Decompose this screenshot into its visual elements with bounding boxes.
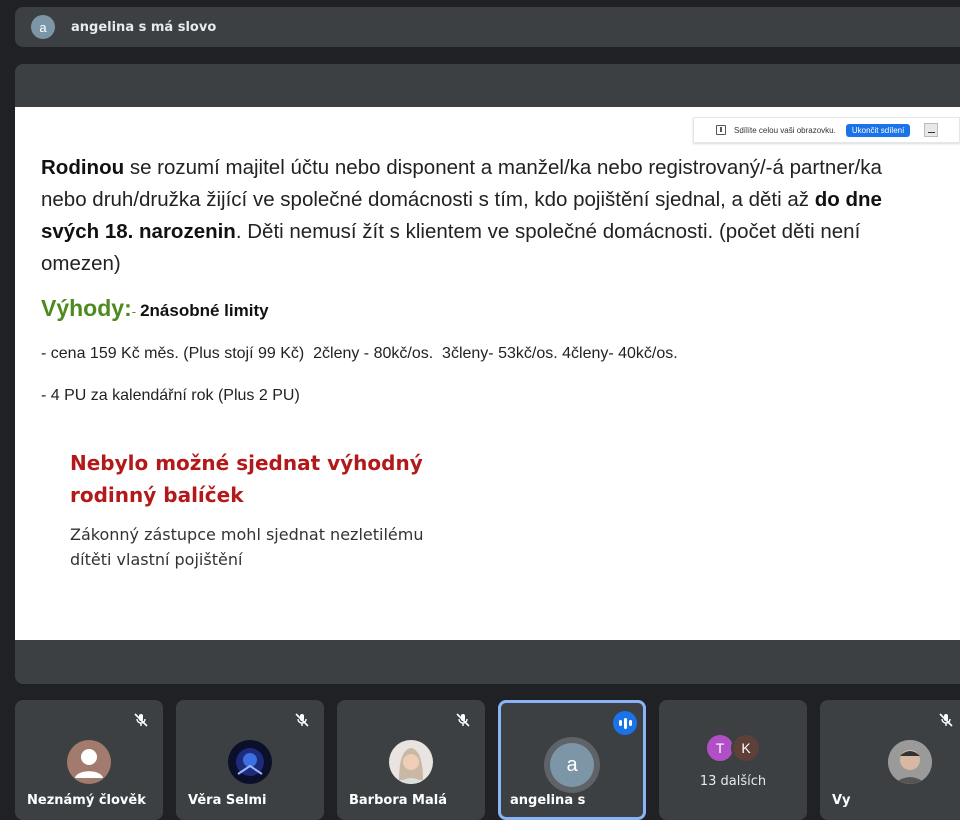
speaking-indicator-icon [613,711,637,735]
note-title-line2: rodinný balíček [70,483,244,507]
price-line: - cena 159 Kč měs. (Plus stojí 99 Kč) 2č… [41,345,678,362]
benefits-dash: - [131,304,137,319]
presentation-stage: Sdílíte celou vaši obrazovku. Ukončit sd… [15,64,960,684]
benefits-subtitle: 2násobné limity [140,301,269,320]
more-avatars: T K [705,733,761,763]
note-title: Nebylo možné sjednat výhodný rodinný bal… [70,447,423,511]
benefits-title: Výhody: [41,295,132,321]
avatar [389,740,433,784]
participant-name: angelina s [510,793,586,808]
mic-off-icon [295,713,309,727]
participant-tile-barbora[interactable]: Barbora Malá [337,700,485,820]
share-screen-icon [716,125,726,135]
shared-screen: Sdílíte celou vaši obrazovku. Ukončit sd… [15,107,960,640]
avatar-letter: a [550,743,594,787]
avatar [888,740,932,784]
participant-name: Barbora Malá [349,793,447,808]
participant-strip: Neznámý člověk Věra Selmi Barbora Malá a… [15,700,960,820]
benefits-heading: Výhody: - 2násobné limity [41,295,269,322]
active-speaker-bar: a angelina s má slovo [15,7,960,47]
note-text-line1: Zákonný zástupce mohl sjednat nezletilém… [70,525,424,544]
mic-off-icon [134,713,148,727]
minimize-icon[interactable] [924,123,939,137]
speaker-label: angelina s má slovo [71,19,217,35]
speaker-avatar: a [31,15,55,39]
participant-tile-angelina[interactable]: a angelina s [498,700,646,820]
screen-share-notice: Sdílíte celou vaši obrazovku. Ukončit sd… [693,117,960,143]
more-participants-tile[interactable]: T K 13 dalších [659,700,807,820]
participant-tile-vera[interactable]: Věra Selmi [176,700,324,820]
stop-sharing-button[interactable]: Ukončit sdílení [845,123,911,137]
participant-tile-self[interactable]: Vy [820,700,960,820]
mini-avatar: K [731,733,761,763]
share-notice-text: Sdílíte celou vaši obrazovku. [734,125,836,135]
participant-name: Vy [832,793,851,808]
family-term: Rodinou [41,156,125,179]
avatar [228,740,272,784]
family-text-1: se rozumí majitel účtu nebo disponent a … [41,156,882,211]
participant-tile-unknown[interactable]: Neznámý člověk [15,700,163,820]
participant-name: Neznámý člověk [27,793,146,808]
avatar [67,740,111,784]
more-participants-label: 13 dalších [699,774,767,789]
note-title-line1: Nebylo možné sjednat výhodný [70,451,423,475]
note-text-line2: dítěti vlastní pojištění [70,550,243,569]
mic-off-icon [939,713,953,727]
family-definition-paragraph: Rodinou se rozumí majitel účtu nebo disp… [41,152,931,280]
avatar: a [544,737,600,793]
pu-line: - 4 PU za kalendářní rok (Plus 2 PU) [41,387,300,404]
mic-off-icon [456,713,470,727]
note-text: Zákonný zástupce mohl sjednat nezletilém… [70,522,423,572]
participant-name: Věra Selmi [188,793,267,808]
